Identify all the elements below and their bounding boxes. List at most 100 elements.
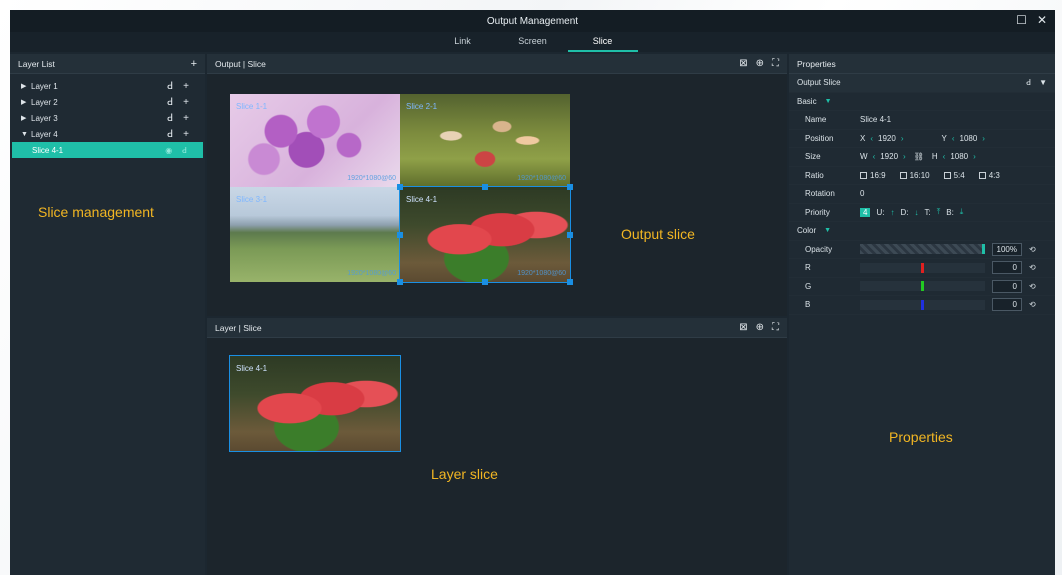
w-value[interactable]: 1920 — [880, 152, 898, 161]
chevron-down-icon[interactable]: ▼ — [824, 227, 831, 234]
increment-icon[interactable]: › — [973, 152, 976, 161]
b-slider[interactable] — [860, 299, 985, 310]
resize-handle[interactable] — [397, 279, 403, 285]
opacity-input[interactable]: 100% — [992, 242, 1022, 256]
lock-icon[interactable]: ꓒ — [167, 97, 173, 108]
lock-icon[interactable]: ꓒ — [182, 146, 187, 155]
chevron-down-icon[interactable]: ▼ — [825, 98, 832, 105]
fit-icon[interactable]: ⊠ — [739, 322, 747, 333]
reset-icon[interactable]: ⟲ — [1029, 282, 1036, 291]
reset-icon[interactable]: ⟲ — [1029, 300, 1036, 309]
ratio-5-4-checkbox[interactable]: 5:4 — [943, 171, 965, 180]
resize-handle[interactable] — [567, 184, 573, 190]
output-slice-section[interactable]: Output Slice ꓒ ▼ — [789, 74, 1055, 93]
lock-icon[interactable]: ꓒ — [1026, 78, 1031, 87]
top-label: T: — [924, 207, 931, 217]
output-management-window: Output Management ☐ ✕ Link Screen Slice … — [10, 10, 1055, 575]
basic-section[interactable]: Basic ▼ — [789, 93, 1055, 111]
link-icon[interactable]: ⛓ — [914, 152, 924, 161]
center-icon[interactable]: ⊕ — [756, 58, 764, 69]
resize-handle[interactable] — [567, 232, 573, 238]
lock-icon[interactable]: ꓒ — [167, 129, 173, 140]
increment-icon[interactable]: › — [982, 134, 985, 143]
tab-link[interactable]: Link — [428, 32, 498, 52]
priority-label: Priority — [805, 207, 830, 217]
add-layer-icon[interactable]: + — [191, 58, 197, 70]
resize-handle[interactable] — [397, 232, 403, 238]
caret-right-icon[interactable]: ▶ — [21, 98, 31, 106]
x-value[interactable]: 1920 — [878, 134, 896, 143]
caret-right-icon[interactable]: ▶ — [21, 114, 31, 122]
layer-slice-panel: Layer | Slice ⊠ ⊕ ⛶ Slice 4-1 Layer slic… — [207, 318, 787, 575]
center-icon[interactable]: ⊕ — [756, 322, 764, 333]
fullscreen-icon[interactable]: ⛶ — [772, 58, 779, 69]
opacity-slider[interactable] — [860, 244, 985, 255]
layer-item-4[interactable]: ▼ Layer 4 ꓒ + — [10, 126, 205, 142]
b-input[interactable]: 0 — [992, 298, 1022, 312]
opacity-label: Opacity — [805, 244, 833, 254]
layer-list-title: Layer List — [18, 58, 55, 69]
h-value[interactable]: 1080 — [950, 152, 968, 161]
slice-item-4-1[interactable]: Slice 4-1 ◉ ꓒ — [12, 142, 203, 158]
output-slice-4-1[interactable]: Slice 4-1 1920*1080@60 — [399, 186, 571, 283]
r-slider[interactable] — [860, 262, 985, 273]
add-slice-icon[interactable]: + — [183, 113, 189, 124]
output-slice-1-1[interactable]: Slice 1-1 1920*1080@60 — [230, 94, 400, 187]
reset-icon[interactable]: ⟲ — [1029, 245, 1036, 254]
reset-icon[interactable]: ⟲ — [1029, 263, 1036, 272]
g-input[interactable]: 0 — [992, 279, 1022, 293]
fullscreen-icon[interactable]: ⛶ — [772, 322, 779, 333]
slice-label: Slice 1-1 — [236, 102, 268, 111]
priority-value[interactable]: 4 — [860, 207, 871, 217]
tab-screen[interactable]: Screen — [498, 32, 568, 52]
fit-icon[interactable]: ⊠ — [739, 58, 747, 69]
close-icon[interactable]: ✕ — [1037, 13, 1047, 27]
tab-slice[interactable]: Slice — [567, 32, 638, 52]
caret-right-icon[interactable]: ▶ — [21, 82, 31, 90]
resize-handle[interactable] — [482, 279, 488, 285]
ratio-16-9-checkbox[interactable]: 16:9 — [860, 171, 886, 180]
slice-resolution: 1920*1080@60 — [347, 270, 396, 277]
decrement-icon[interactable]: ‹ — [873, 152, 876, 161]
title-bar: Output Management ☐ ✕ — [10, 10, 1055, 32]
eye-icon[interactable]: ◉ — [165, 146, 172, 155]
color-section[interactable]: Color ▼ — [789, 222, 1055, 241]
layer-item-1[interactable]: ▶ Layer 1 ꓒ + — [10, 78, 205, 94]
g-slider[interactable] — [860, 281, 985, 292]
ratio-16-10-checkbox[interactable]: 16:10 — [899, 171, 930, 180]
lock-icon[interactable]: ꓒ — [167, 81, 173, 92]
name-value[interactable]: Slice 4-1 — [860, 115, 891, 124]
ratio-4-3-checkbox[interactable]: 4:3 — [978, 171, 1000, 180]
output-slice-3-1[interactable]: Slice 3-1 1920*1080@60 — [230, 187, 400, 282]
r-input[interactable]: 0 — [992, 261, 1022, 275]
rotation-value[interactable]: 0 — [860, 189, 864, 198]
add-slice-icon[interactable]: + — [183, 129, 189, 140]
resize-handle[interactable] — [567, 279, 573, 285]
increment-icon[interactable]: › — [903, 152, 906, 161]
arrow-bottom-icon[interactable]: ⤓ — [960, 207, 964, 217]
arrow-down-icon[interactable]: ↓ — [914, 208, 918, 217]
size-row: Size W ‹ 1920 › ⛓ H ‹ 1080 › — [789, 148, 1055, 167]
resize-handle[interactable] — [482, 184, 488, 190]
layer-slice-4-1[interactable]: Slice 4-1 — [229, 355, 401, 452]
decrement-icon[interactable]: ‹ — [943, 152, 946, 161]
layer-item-2[interactable]: ▶ Layer 2 ꓒ + — [10, 94, 205, 110]
maximize-icon[interactable]: ☐ — [1016, 13, 1027, 27]
resize-handle[interactable] — [397, 184, 403, 190]
up-label: U: — [876, 207, 885, 217]
arrow-top-icon[interactable]: ⤒ — [937, 207, 941, 217]
caret-down-icon[interactable]: ▼ — [21, 131, 31, 138]
decrement-icon[interactable]: ‹ — [870, 134, 873, 143]
name-label: Name — [805, 115, 827, 125]
decrement-icon[interactable]: ‹ — [952, 134, 955, 143]
layer-item-3[interactable]: ▶ Layer 3 ꓒ + — [10, 110, 205, 126]
arrow-up-icon[interactable]: ↑ — [890, 208, 894, 217]
output-slice-2-1[interactable]: Slice 2-1 1920*1080@60 — [400, 94, 570, 187]
increment-icon[interactable]: › — [901, 134, 904, 143]
chevron-down-icon[interactable]: ▼ — [1039, 78, 1047, 87]
add-slice-icon[interactable]: + — [183, 81, 189, 92]
add-slice-icon[interactable]: + — [183, 97, 189, 108]
down-label: D: — [900, 207, 909, 217]
y-value[interactable]: 1080 — [960, 134, 978, 143]
lock-icon[interactable]: ꓒ — [167, 113, 173, 124]
